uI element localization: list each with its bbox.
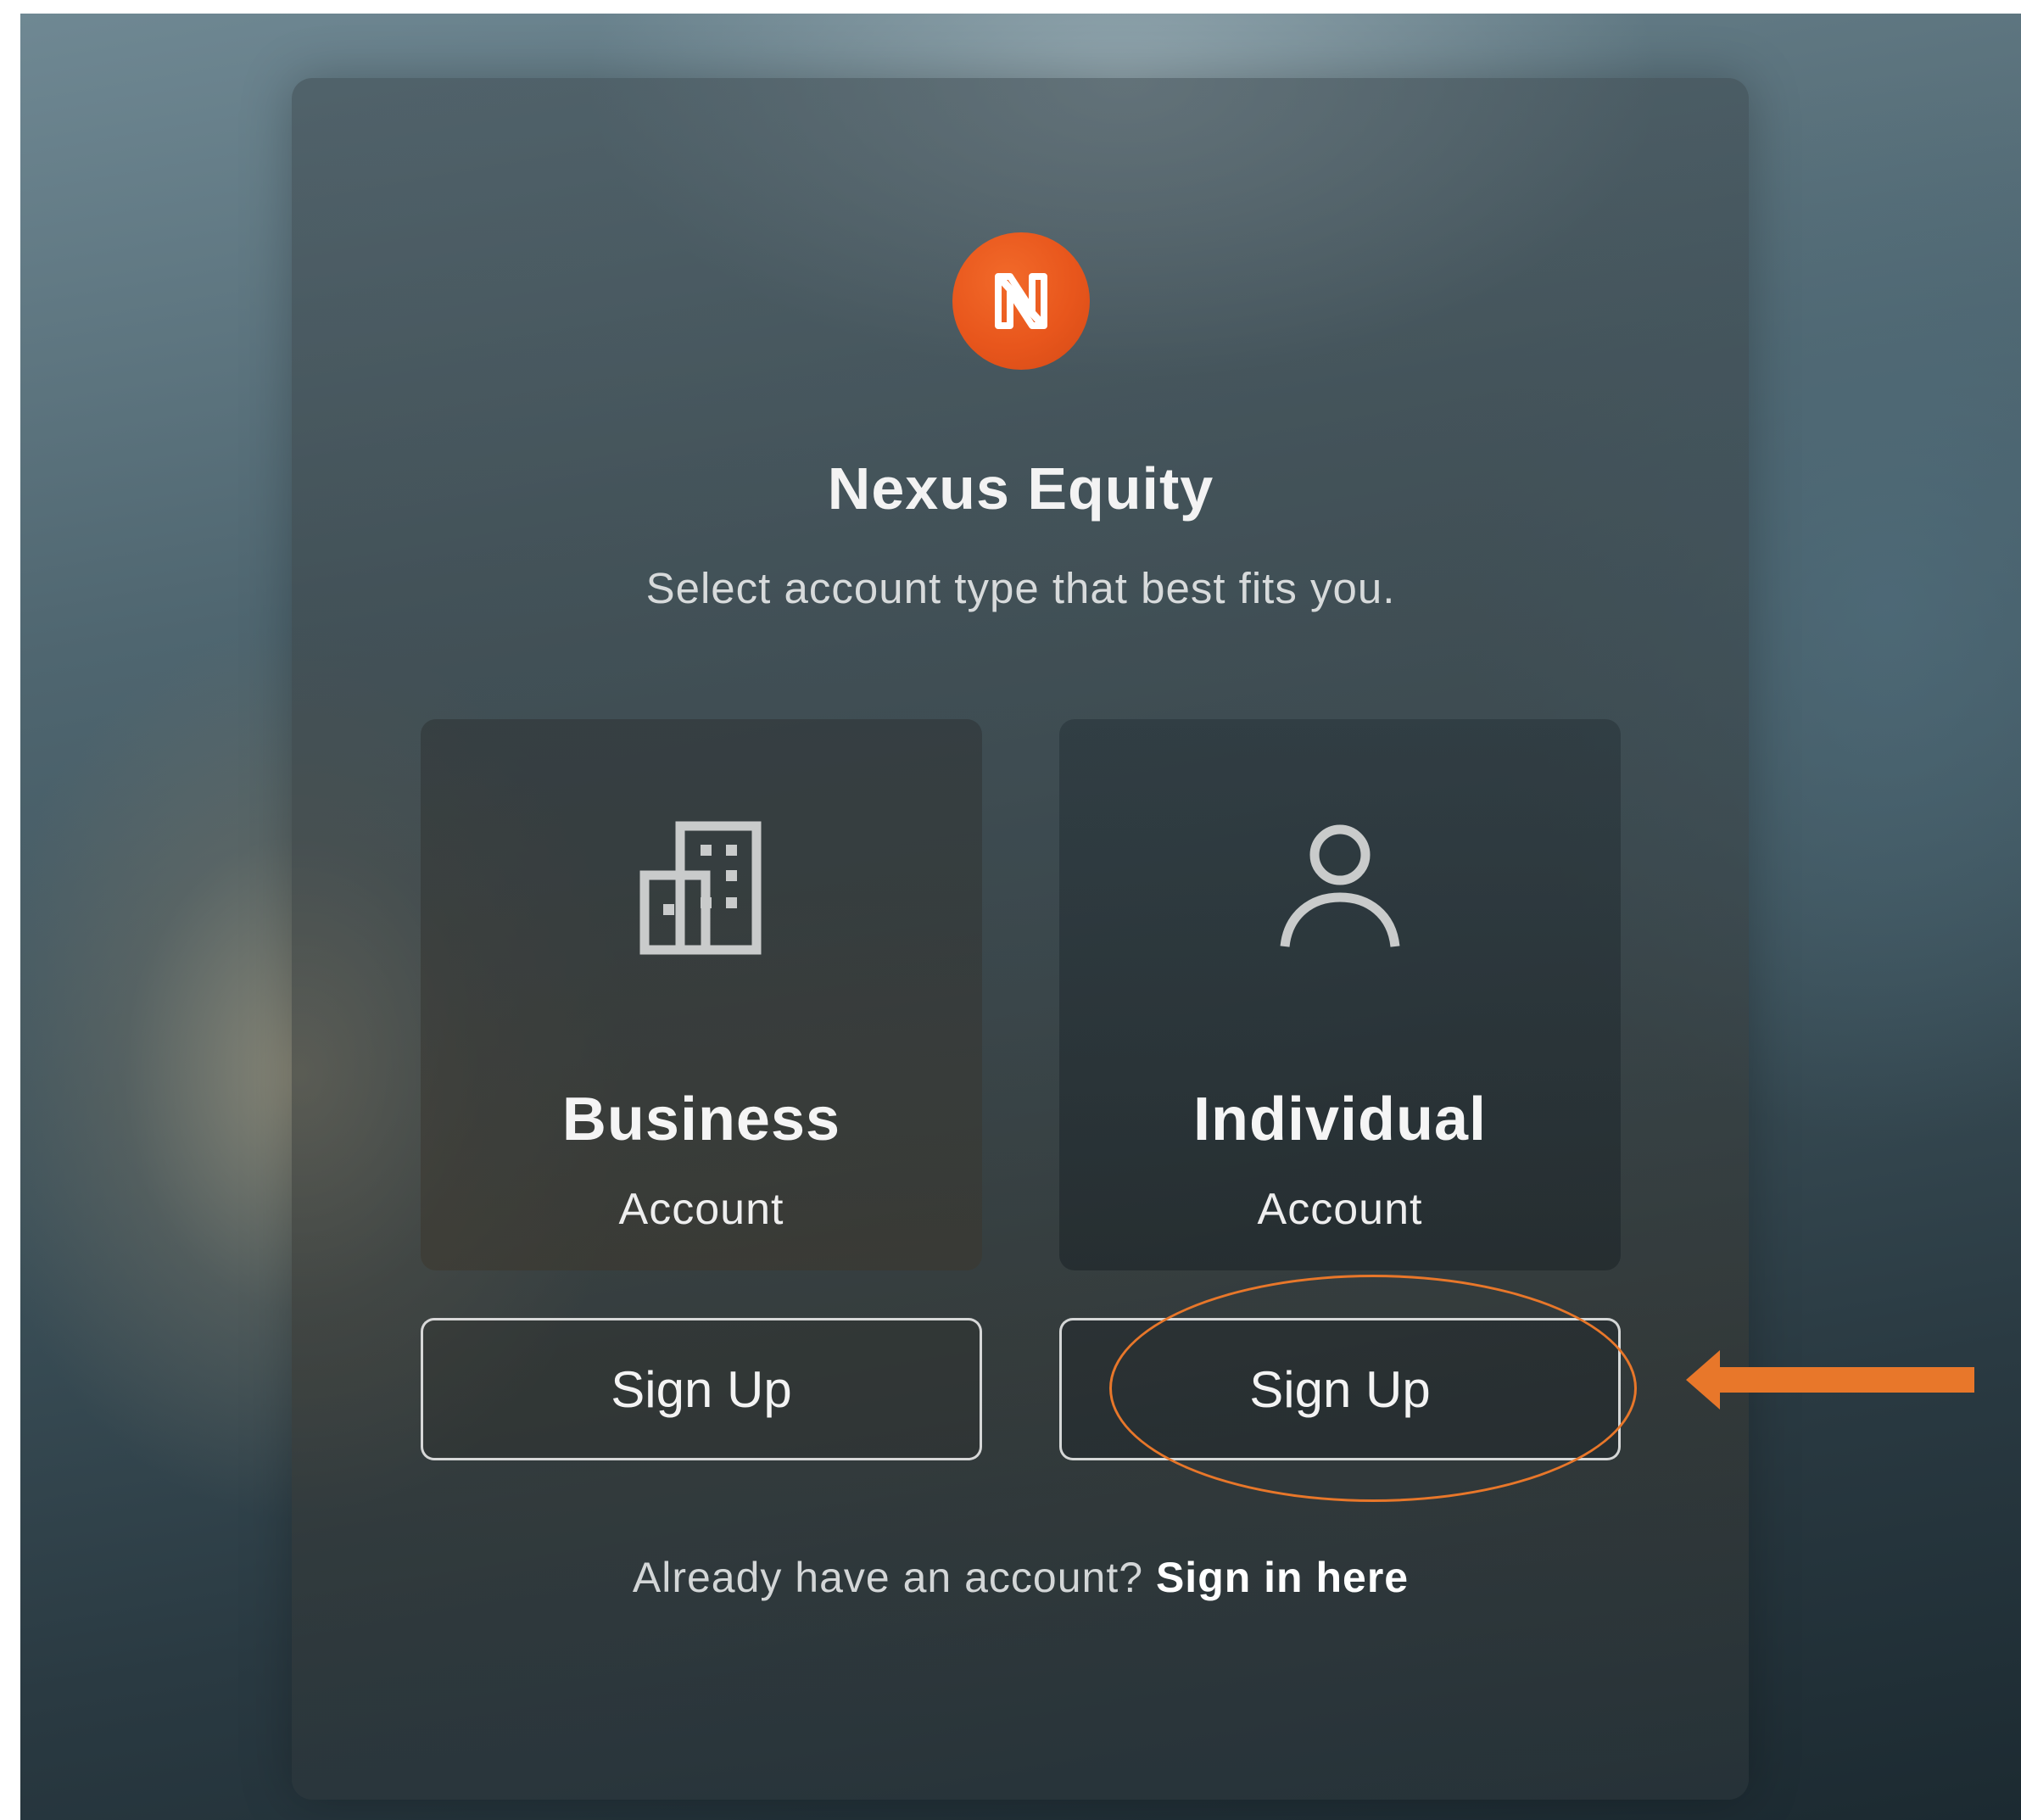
sign-in-link[interactable]: Sign in here (1156, 1554, 1409, 1601)
business-card-subtitle: Account (618, 1185, 784, 1234)
n-logo-icon (995, 273, 1047, 329)
individual-account-card[interactable]: Individual Account (1059, 719, 1621, 1270)
individual-card-subtitle: Account (1257, 1185, 1423, 1234)
user-icon (1280, 824, 1400, 947)
business-card-title: Business (561, 1086, 841, 1153)
building-icon (639, 821, 762, 955)
business-sign-up-button[interactable]: Sign Up (421, 1318, 982, 1460)
brand-name: Nexus Equity (827, 455, 1214, 522)
page-subtitle: Select account type that best fits you. (645, 564, 1396, 612)
individual-sign-up-button[interactable]: Sign Up (1059, 1318, 1621, 1460)
business-account-card[interactable]: Business Account (421, 719, 982, 1270)
sign-in-prompt-text: Already have an account? (632, 1554, 1144, 1601)
arrow-left-icon (1686, 1350, 1974, 1410)
brand-logo (952, 232, 1090, 370)
individual-card-title: Individual (1192, 1086, 1488, 1153)
sign-in-prompt: Already have an account? Sign in here (20, 1552, 2021, 1603)
signup-screen: Nexus Equity Select account type that be… (20, 14, 2021, 1820)
